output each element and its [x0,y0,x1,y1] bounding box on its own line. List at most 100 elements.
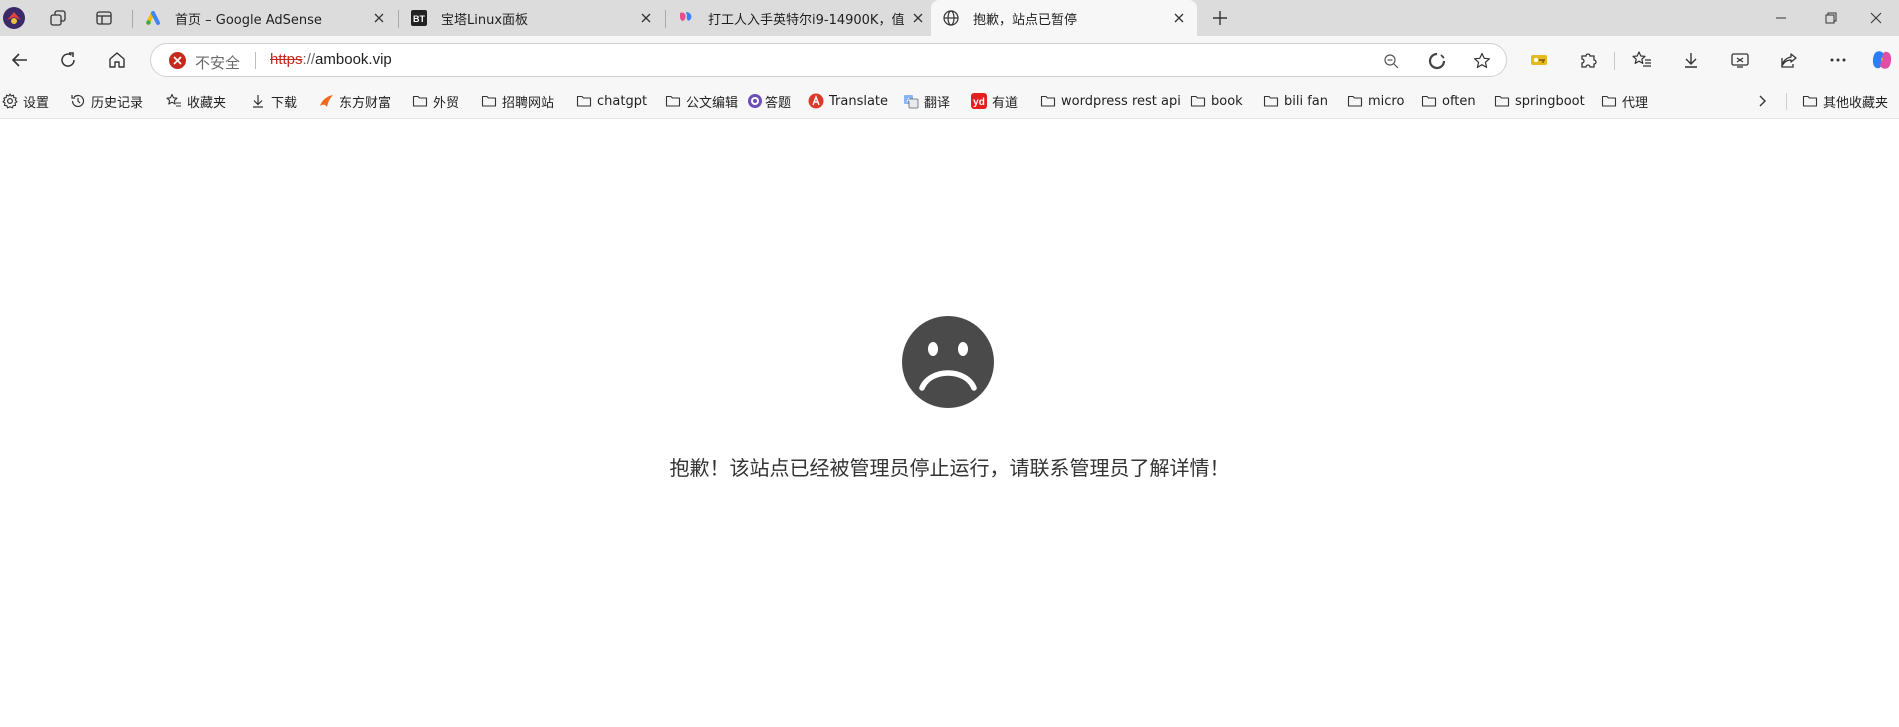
bookmark-folder-often[interactable]: often [1421,90,1476,112]
bookmark-label: 其他收藏夹 [1823,95,1889,111]
bookmark-label: 翻译 [924,95,951,111]
plus-icon [1213,11,1227,25]
refresh-button[interactable] [54,46,82,74]
ellipsis-icon [1830,58,1846,62]
favorites-button[interactable] [1628,46,1656,74]
refresh-sync-icon [1428,52,1446,70]
downloads-button[interactable] [1677,46,1705,74]
eastmoney-icon [318,93,334,109]
navigation-toolbar: 不安全 https://ambook.vip [0,36,1899,84]
more-menu-button[interactable] [1824,46,1852,74]
close-tab-icon[interactable] [638,10,654,26]
extension-ads-button[interactable] [1525,46,1553,74]
tab-title: 宝塔Linux面板 [441,12,529,28]
address-bar[interactable]: 不安全 https://ambook.vip [150,43,1507,77]
gear-icon [2,93,18,109]
url-text[interactable]: https://ambook.vip [270,51,392,68]
zoom-button[interactable] [1380,50,1402,72]
bookmark-downloads[interactable]: 下载 [250,90,297,112]
tab-strip: 首页 – Google AdSense BT 宝塔Linux面板 打工人入手英特… [0,0,1899,36]
favorite-star-button[interactable] [1471,50,1493,72]
bookmark-folder-wordpress[interactable]: wordpress rest api [1040,90,1181,112]
bookmark-label: 设置 [23,95,50,111]
omnibox-divider [255,52,256,69]
folder-icon [1040,93,1056,109]
tab-smzdm[interactable]: 打工人入手英特尔i9-14900K，值 [666,0,930,36]
youdao-icon: yd [971,93,987,109]
extensions-button[interactable] [1574,46,1602,74]
bookmark-label: 招聘网站 [502,95,555,111]
url-scheme: https [270,51,303,68]
bookmark-translate-app[interactable]: Translate [808,90,888,112]
screenshot-icon [1731,53,1749,68]
close-window-button[interactable] [1853,0,1899,36]
new-tab-button[interactable] [1206,4,1234,32]
bookmark-favorites[interactable]: 收藏夹 [166,90,226,112]
bookmark-folder-micro[interactable]: micro [1347,90,1404,112]
refresh-icon [61,52,75,67]
bookmark-folder-bilifan[interactable]: bili fan [1263,90,1328,112]
svg-text:yd: yd [973,97,985,108]
bookmark-translate[interactable]: A 翻译 [903,90,950,112]
profile-avatar[interactable] [0,4,28,32]
history-icon [70,93,86,109]
key-extension-icon [1531,55,1547,65]
bookmark-youdao[interactable]: yd 有道 [971,90,1018,112]
puzzle-icon [1581,53,1597,68]
home-icon [109,52,125,68]
close-tab-icon[interactable] [910,10,926,26]
folder-icon [1601,93,1617,109]
bookmark-folder-chatgpt[interactable]: chatgpt [576,90,647,112]
folder-icon [1494,93,1510,109]
bookmarks-overflow-button[interactable] [1753,92,1771,110]
bookmark-folder-document[interactable]: 公文编辑 [665,90,738,112]
bookmark-label: wordpress rest api [1061,93,1181,109]
tab-bt-panel[interactable]: BT 宝塔Linux面板 [399,0,664,36]
bookmark-folder-recruit[interactable]: 招聘网站 [481,90,554,112]
bookmark-label: micro [1368,93,1405,109]
tab-title: 首页 – Google AdSense [175,12,322,28]
not-secure-icon[interactable] [169,52,186,69]
bookmark-folder-waimao[interactable]: 外贸 [412,90,459,112]
bookmark-quiz[interactable]: 答题 [747,90,791,112]
bookmark-eastmoney[interactable]: 东方财富 [318,90,391,112]
folder-icon [1263,93,1279,109]
bookmark-label: often [1442,93,1476,109]
bookmark-settings[interactable]: 设置 [2,90,49,112]
bookmarks-divider [1786,93,1787,110]
error-message: 抱歉！该站点已经被管理员停止运行，请联系管理员了解详情！ [669,456,1230,480]
sad-face-icon [902,316,994,408]
bookmark-folder-book[interactable]: book [1190,90,1243,112]
tab-actions-button[interactable] [90,4,118,32]
folder-icon [412,93,428,109]
tab-title: 打工人入手英特尔i9-14900K，值 [708,12,905,28]
tab-site-paused[interactable]: 抱歉，站点已暂停 [931,0,1197,36]
tab-adsense[interactable]: 首页 – Google AdSense [133,0,397,36]
screenshot-button[interactable] [1726,46,1754,74]
back-button[interactable] [6,46,34,74]
bookmark-folder-proxy[interactable]: 代理 [1601,90,1648,112]
share-icon [1781,53,1797,68]
read-aloud-button[interactable] [1426,50,1448,72]
home-button[interactable] [103,46,131,74]
bookmark-history[interactable]: 历史记录 [70,90,143,112]
workspaces-button[interactable] [44,4,72,32]
close-tab-icon[interactable] [1171,10,1187,26]
bookmark-label: book [1211,93,1243,109]
close-tab-icon[interactable] [371,10,387,26]
star-list-icon [166,93,182,109]
minimize-button[interactable] [1758,0,1804,36]
toolbar-divider [1614,52,1615,70]
download-icon [1685,53,1697,68]
security-status-label[interactable]: 不安全 [195,52,240,73]
folder-icon [665,93,681,109]
copilot-button[interactable] [1868,46,1896,74]
folder-icon [1802,93,1818,109]
bookmark-other-favorites[interactable]: 其他收藏夹 [1802,90,1888,112]
share-button[interactable] [1775,46,1803,74]
restore-button[interactable] [1808,0,1854,36]
bookmark-folder-springboot[interactable]: springboot [1494,90,1585,112]
svg-text:BT: BT [413,14,425,24]
bookmark-label: bili fan [1284,93,1329,109]
url-host: ambook.vip [315,51,392,68]
